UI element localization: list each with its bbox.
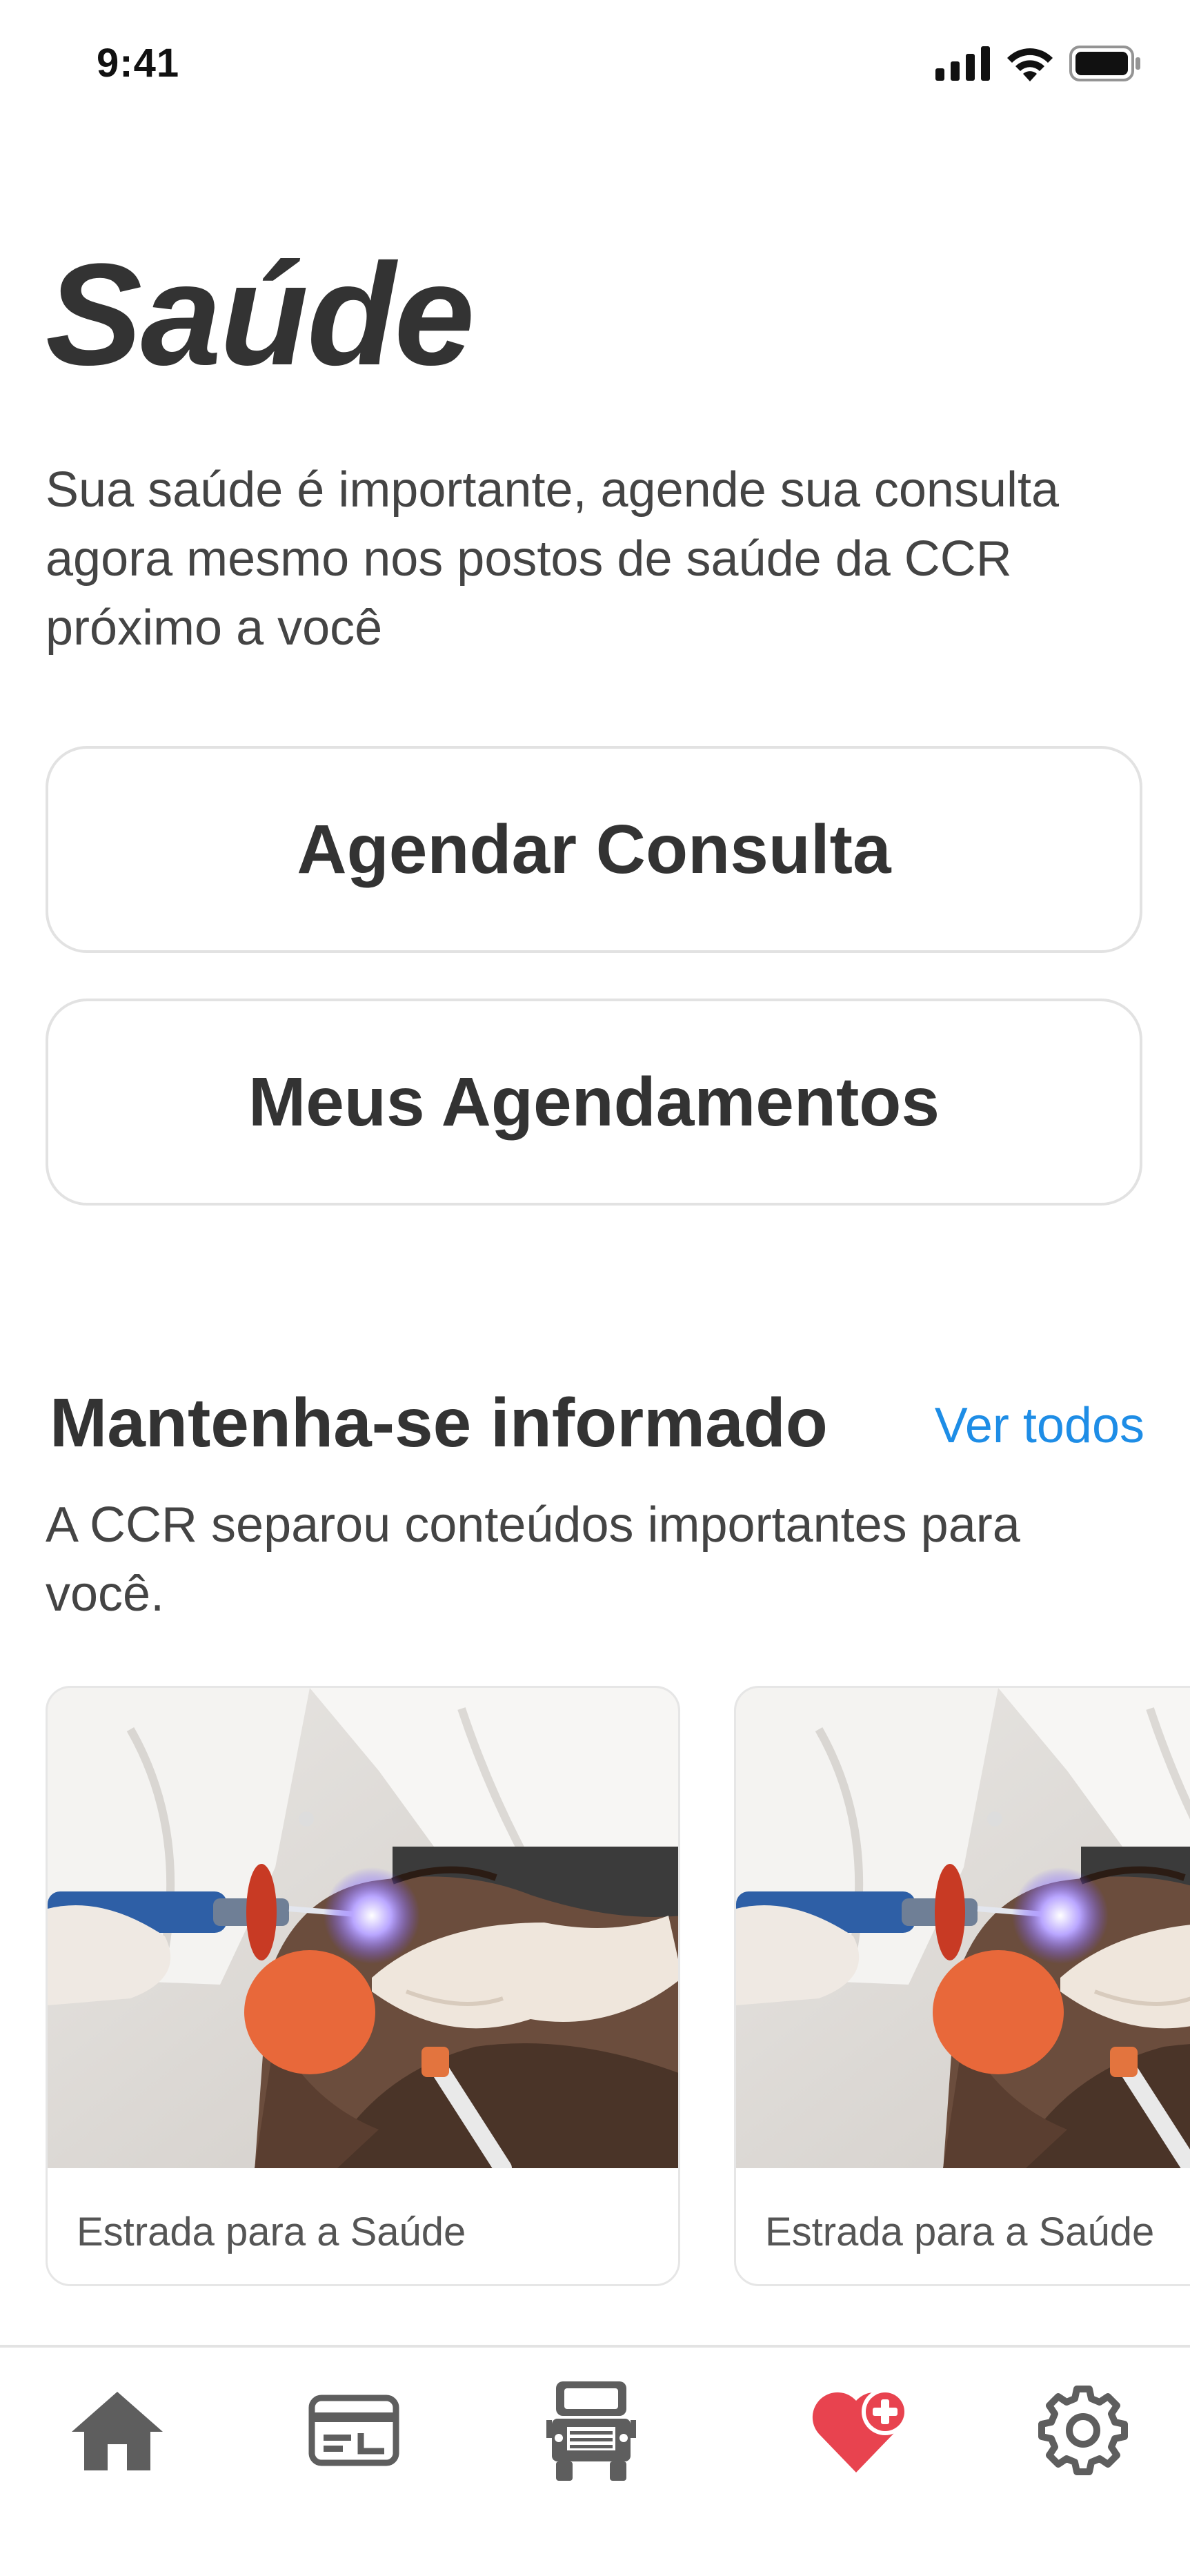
truck-icon xyxy=(546,2381,636,2481)
news-card-image xyxy=(736,1688,1190,2168)
tab-home[interactable] xyxy=(62,2375,172,2486)
tab-card[interactable] xyxy=(299,2375,409,2486)
status-icons xyxy=(935,46,1142,81)
status-time: 9:41 xyxy=(97,41,180,86)
tab-settings[interactable] xyxy=(1028,2375,1138,2486)
news-card-caption: Estrada para a Saúde xyxy=(77,2210,466,2254)
page-subtitle: Sua saúde é importante, agende sua consu… xyxy=(46,462,1060,656)
health-screen: 9:41 Saúde Sua saúde é importante, agend… xyxy=(0,0,1190,2576)
tab-health[interactable] xyxy=(807,2375,918,2486)
page-title: Saúde xyxy=(46,233,475,395)
home-icon xyxy=(72,2392,163,2470)
see-all-link[interactable]: Ver todos xyxy=(935,1397,1144,1454)
health-heart-icon xyxy=(812,2388,909,2472)
news-card[interactable]: Estrada para a Saúde xyxy=(46,1686,680,2286)
news-card-image xyxy=(48,1688,678,2168)
news-card-caption: Estrada para a Saúde xyxy=(765,2210,1155,2254)
tab-truck[interactable] xyxy=(536,2375,646,2486)
section-title: Mantenha-se informado xyxy=(50,1384,828,1462)
news-card[interactable]: Estrada para a Saúde xyxy=(734,1686,1190,2286)
schedule-appointment-button[interactable]: Agendar Consulta xyxy=(46,746,1142,953)
signal-icon xyxy=(935,46,990,81)
gear-icon xyxy=(1038,2386,1128,2475)
card-icon xyxy=(308,2395,399,2466)
my-appointments-button[interactable]: Meus Agendamentos xyxy=(46,999,1142,1206)
wifi-icon xyxy=(1007,48,1053,81)
battery-icon xyxy=(1069,46,1140,81)
bottom-tab-bar xyxy=(0,2345,1190,2576)
section-description: A CCR separou conteúdos importantes para… xyxy=(46,1497,1020,1622)
